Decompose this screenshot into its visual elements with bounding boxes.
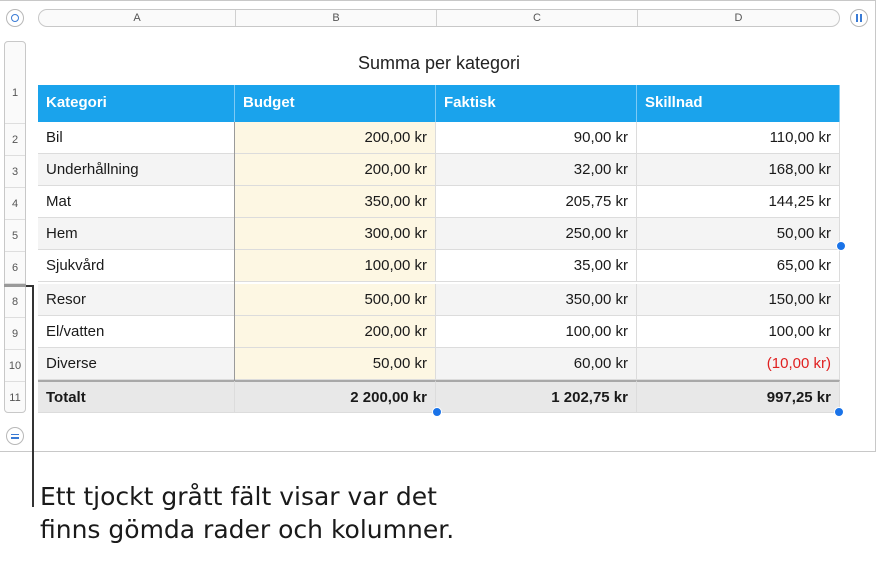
actual-cell[interactable]: 60,00 kr [436, 348, 637, 380]
row-number: 9 [11, 328, 19, 340]
budget-cell[interactable]: 200,00 kr [235, 122, 436, 154]
actual-cell[interactable]: 100,00 kr [436, 316, 637, 348]
budget-column-border [234, 122, 235, 381]
category-cell[interactable]: Bil [38, 122, 235, 154]
header-cell[interactable]: Budget [235, 85, 436, 122]
budget-cell[interactable]: 50,00 kr [235, 348, 436, 380]
row-header[interactable]: 8 [5, 286, 25, 318]
difference-cell[interactable]: 65,00 kr [637, 250, 840, 282]
actual-cell[interactable]: 350,00 kr [436, 284, 637, 316]
row-number: 2 [11, 134, 19, 146]
actual-cell[interactable]: 35,00 kr [436, 250, 637, 282]
hidden-rows-marker[interactable] [4, 284, 26, 287]
budget-cell[interactable]: 200,00 kr [235, 316, 436, 348]
table-row: Bil 200,00 kr 90,00 kr 110,00 kr [38, 122, 840, 154]
row-header[interactable]: 1 [5, 87, 25, 124]
table-row: El/vatten 200,00 kr 100,00 kr 100,00 kr [38, 316, 840, 348]
budget-cell[interactable]: 200,00 kr [235, 154, 436, 186]
row-number: 3 [11, 166, 19, 178]
column-header-a[interactable]: A [39, 10, 236, 26]
table-header-row: Kategori Budget Faktisk Skillnad [38, 85, 840, 122]
category-cell[interactable]: Hem [38, 218, 235, 250]
row-header[interactable]: 9 [5, 318, 25, 350]
row-number: 6 [11, 262, 19, 274]
row-header[interactable]: 6 [5, 252, 25, 284]
column-header-c[interactable]: C [437, 10, 638, 26]
row-number: 1 [11, 87, 19, 99]
budget-cell[interactable]: 350,00 kr [235, 186, 436, 218]
column-header-b[interactable]: B [236, 10, 437, 26]
difference-cell[interactable]: 100,00 kr [637, 316, 840, 348]
total-difference-cell[interactable]: 997,25 kr [637, 380, 840, 413]
difference-cell[interactable]: 50,00 kr [637, 218, 840, 250]
row-header[interactable]: 11 [5, 382, 25, 414]
row-header[interactable]: 5 [5, 220, 25, 252]
actual-cell[interactable]: 250,00 kr [436, 218, 637, 250]
category-cell[interactable]: Resor [38, 284, 235, 316]
selection-handle[interactable] [836, 241, 846, 251]
row-header[interactable]: 4 [5, 188, 25, 220]
actual-cell[interactable]: 205,75 kr [436, 186, 637, 218]
row-header[interactable]: 2 [5, 124, 25, 156]
header-cell[interactable]: Skillnad [637, 85, 840, 122]
callout-leader-line [32, 285, 34, 507]
budget-cell[interactable]: 300,00 kr [235, 218, 436, 250]
row-number: 5 [11, 230, 19, 242]
category-cell[interactable]: Underhållning [38, 154, 235, 186]
table-row: Diverse 50,00 kr 60,00 kr (10,00 kr) [38, 348, 840, 380]
budget-cell[interactable]: 100,00 kr [235, 250, 436, 282]
row-header-bar: 1 2 3 4 5 6 8 9 10 11 [4, 41, 26, 413]
table-row: Hem 300,00 kr 250,00 kr 50,00 kr [38, 218, 840, 250]
table-select-icon[interactable] [6, 9, 24, 27]
table-row: Sjukvård 100,00 kr 35,00 kr 65,00 kr [38, 250, 840, 282]
row-number: 8 [11, 296, 19, 308]
column-header-d[interactable]: D [638, 10, 839, 26]
row-number: 10 [8, 360, 22, 372]
difference-cell-negative[interactable]: (10,00 kr) [637, 348, 840, 380]
row-header[interactable]: 10 [5, 350, 25, 382]
total-actual-cell[interactable]: 1 202,75 kr [436, 380, 637, 413]
row-number: 11 [9, 392, 21, 404]
spreadsheet-canvas: A B C D 1 2 3 4 5 6 8 9 10 11 Summa per … [0, 0, 876, 452]
callout-text: Ett tjockt grått fält visar var det finn… [40, 482, 455, 544]
header-cell[interactable]: Kategori [38, 85, 235, 122]
actual-cell[interactable]: 32,00 kr [436, 154, 637, 186]
budget-cell[interactable]: 500,00 kr [235, 284, 436, 316]
category-cell[interactable]: Sjukvård [38, 250, 235, 282]
difference-cell[interactable]: 110,00 kr [637, 122, 840, 154]
table-title[interactable]: Summa per kategori [38, 53, 840, 74]
total-budget-cell[interactable]: 2 200,00 kr [235, 380, 436, 413]
table-row: Resor 500,00 kr 350,00 kr 150,00 kr [38, 284, 840, 316]
total-label-cell[interactable]: Totalt [38, 380, 235, 413]
selection-handle[interactable] [432, 407, 442, 417]
column-handle-icon[interactable] [850, 9, 868, 27]
difference-cell[interactable]: 144,25 kr [637, 186, 840, 218]
category-cell[interactable]: Mat [38, 186, 235, 218]
table-row: Underhållning 200,00 kr 32,00 kr 168,00 … [38, 154, 840, 186]
category-cell[interactable]: El/vatten [38, 316, 235, 348]
actual-cell[interactable]: 90,00 kr [436, 122, 637, 154]
row-handle-icon[interactable] [6, 427, 24, 445]
table-row: Mat 350,00 kr 205,75 kr 144,25 kr [38, 186, 840, 218]
difference-cell[interactable]: 168,00 kr [637, 154, 840, 186]
row-number: 4 [11, 198, 19, 210]
row-header[interactable]: 3 [5, 156, 25, 188]
header-cell[interactable]: Faktisk [436, 85, 637, 122]
difference-cell[interactable]: 150,00 kr [637, 284, 840, 316]
selection-handle[interactable] [834, 407, 844, 417]
category-cell[interactable]: Diverse [38, 348, 235, 380]
column-header-bar: A B C D [38, 9, 840, 27]
